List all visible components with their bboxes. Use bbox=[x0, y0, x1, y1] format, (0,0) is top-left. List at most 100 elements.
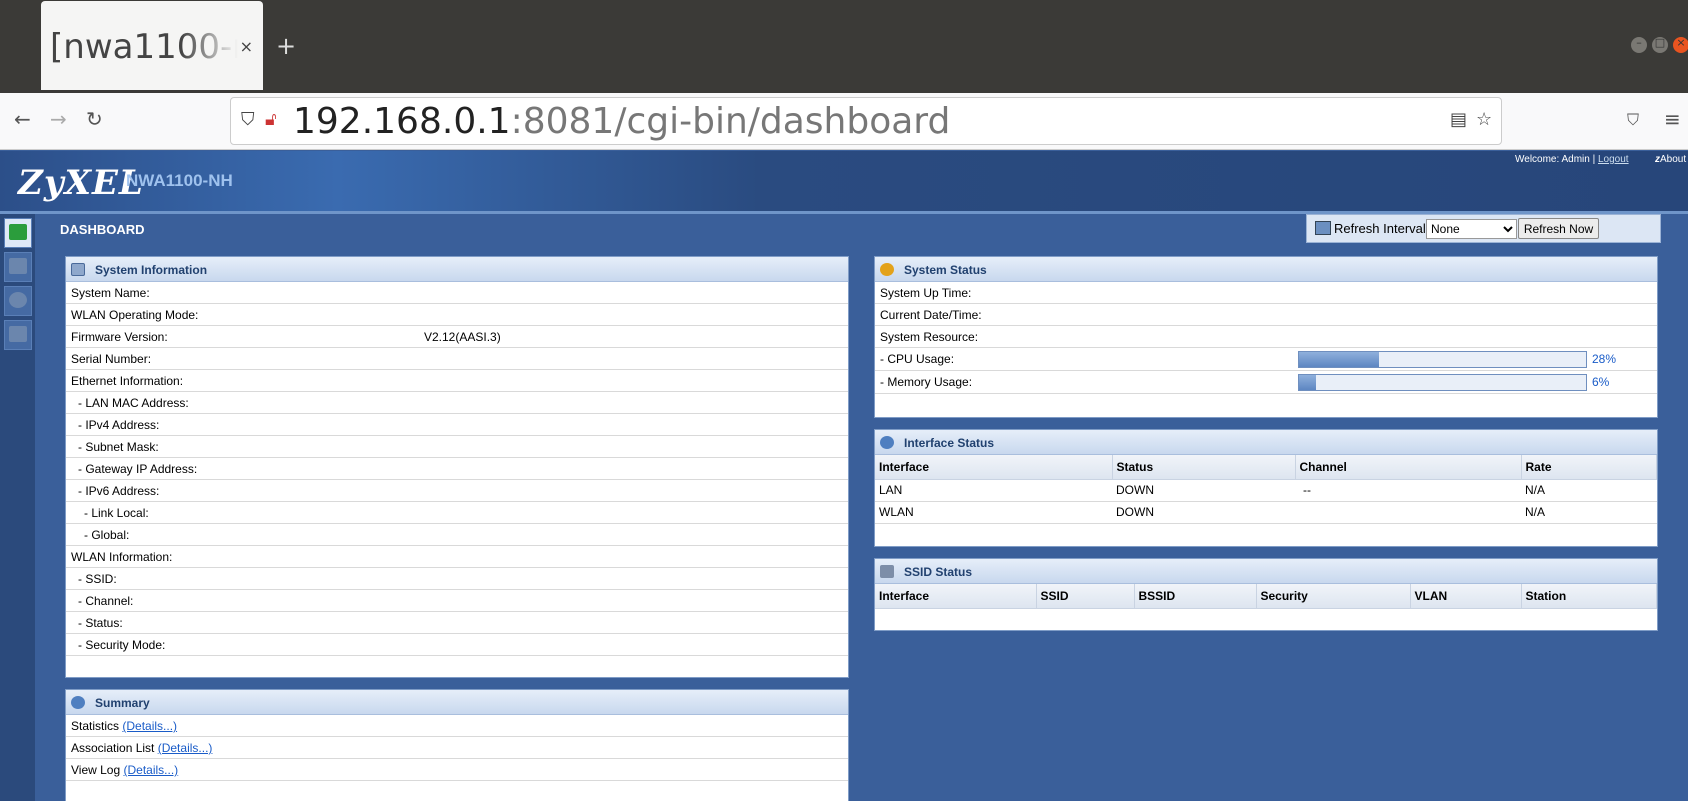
rail-dashboard[interactable] bbox=[4, 218, 32, 248]
table-cell: WLAN bbox=[875, 501, 1112, 524]
browser-nav-bar: ← → ↻ ⛉ 🔓︎ 192.168.0.1:8081/cgi-bin/dash… bbox=[0, 93, 1688, 150]
info-label: - Status: bbox=[78, 616, 123, 630]
summary-row-association: Association List (Details...) bbox=[66, 737, 848, 759]
reload-icon[interactable]: ↻ bbox=[86, 107, 103, 131]
memory-row: - Memory Usage: 6% bbox=[875, 371, 1657, 394]
info-row: - Link Local: bbox=[66, 502, 848, 524]
ssid-status-header: SSID Status bbox=[875, 559, 1657, 584]
rail-maintenance[interactable] bbox=[4, 320, 32, 350]
tab-close-icon[interactable]: × bbox=[240, 37, 253, 56]
memory-usage-label: - Memory Usage: bbox=[880, 375, 973, 389]
info-row: - Channel: bbox=[66, 590, 848, 612]
info-label: Ethernet Information: bbox=[71, 374, 184, 388]
info-row: - Security Mode: bbox=[66, 634, 848, 656]
url-host: 192.168.0.1 bbox=[293, 101, 511, 142]
column-header: SSID bbox=[1036, 584, 1135, 609]
table-row: LAN DOWN -- N/A bbox=[875, 479, 1657, 502]
interface-status-header: Interface Status bbox=[875, 430, 1657, 455]
info-row: WLAN Information: bbox=[66, 546, 848, 568]
info-label: - Subnet Mask: bbox=[78, 440, 159, 454]
system-status-header: System Status bbox=[875, 257, 1657, 282]
memory-usage-percent: 6% bbox=[1592, 375, 1610, 389]
url-text[interactable]: 192.168.0.1:8081/cgi-bin/dashboard bbox=[293, 101, 950, 142]
info-row: - Gateway IP Address: bbox=[66, 458, 848, 480]
ssid-status-panel: SSID Status Interface SSID BSSID Securit… bbox=[874, 558, 1658, 631]
system-information-rows: System Name: WLAN Operating Mode: Firmwa… bbox=[66, 282, 848, 656]
table-cell bbox=[1295, 501, 1521, 524]
dashboard-monitor-icon bbox=[9, 224, 27, 240]
info-label: - Global: bbox=[84, 528, 130, 542]
url-bar[interactable]: ⛉ 🔓︎ 192.168.0.1:8081/cgi-bin/dashboard … bbox=[230, 97, 1502, 145]
cpu-usage-bar bbox=[1298, 351, 1587, 368]
rail-configuration[interactable] bbox=[4, 286, 32, 316]
url-path: :8081/cgi-bin/dashboard bbox=[510, 101, 951, 142]
shield-icon[interactable]: ⛉ bbox=[241, 109, 255, 130]
browser-tab[interactable]: [nwa1100-nh] × bbox=[41, 1, 263, 90]
info-row: Serial Number: bbox=[66, 348, 848, 370]
table-cell: LAN bbox=[875, 479, 1112, 502]
insecure-lock-icon[interactable]: 🔓︎ bbox=[265, 109, 277, 130]
info-row: WLAN Operating Mode: bbox=[66, 304, 848, 326]
rail-monitor[interactable] bbox=[4, 252, 32, 282]
app-header: ZyXEL NWA1100-NH Welcome: Admin | Logout… bbox=[0, 151, 1688, 214]
view-log-label: View Log bbox=[71, 763, 121, 777]
back-icon[interactable]: ← bbox=[14, 107, 31, 131]
table-header-row: Interface Status Channel Rate bbox=[875, 455, 1657, 480]
reader-view-icon[interactable]: ▤ bbox=[1450, 109, 1467, 130]
cpu-row: - CPU Usage: 28% bbox=[875, 348, 1657, 371]
system-resource-label: System Resource: bbox=[880, 330, 979, 344]
status-row: System Resource: bbox=[875, 326, 1657, 348]
monitor-icon bbox=[9, 258, 27, 274]
system-information-header: System Information bbox=[66, 257, 848, 282]
table-cell: DOWN bbox=[1112, 501, 1295, 524]
column-header: Status bbox=[1112, 455, 1296, 480]
table-cell: DOWN bbox=[1112, 479, 1295, 502]
table-row: WLAN DOWN N/A bbox=[875, 501, 1657, 524]
info-label: - IPv4 Address: bbox=[78, 418, 160, 432]
system-info-icon bbox=[71, 263, 85, 276]
info-row: - IPv6 Address: bbox=[66, 480, 848, 502]
wireless-icon bbox=[880, 565, 894, 578]
new-tab-button[interactable]: + bbox=[276, 32, 296, 60]
summary-panel: Summary Statistics (Details...) Associat… bbox=[65, 689, 849, 801]
info-row: Ethernet Information: bbox=[66, 370, 848, 392]
interface-status-panel: Interface Status Interface Status Channe… bbox=[874, 429, 1658, 547]
table-cell: N/A bbox=[1521, 479, 1657, 502]
column-header: Interface bbox=[875, 584, 1037, 609]
view-log-details-link[interactable]: (Details...) bbox=[124, 763, 179, 777]
info-row: - SSID: bbox=[66, 568, 848, 590]
firmware-version-value: V2.12(AASI.3) bbox=[424, 330, 501, 344]
maximize-icon[interactable]: □ bbox=[1652, 36, 1668, 53]
column-header: Rate bbox=[1521, 455, 1657, 480]
table-cell: -- bbox=[1295, 479, 1521, 502]
menu-icon[interactable]: ≡ bbox=[1664, 107, 1681, 131]
column-header: BSSID bbox=[1134, 584, 1257, 609]
refresh-controls: Refresh Interval: None Refresh Now bbox=[1306, 214, 1661, 243]
about-link[interactable]: zAbout bbox=[1655, 154, 1686, 165]
refresh-icon bbox=[1315, 221, 1331, 235]
bookmark-star-icon[interactable]: ☆ bbox=[1476, 109, 1492, 130]
refresh-interval-select[interactable]: None bbox=[1426, 219, 1517, 239]
refresh-now-button[interactable]: Refresh Now bbox=[1518, 218, 1599, 239]
welcome-text: Welcome: Admin bbox=[1515, 154, 1590, 165]
association-list-details-link[interactable]: (Details...) bbox=[158, 741, 213, 755]
info-label: - Gateway IP Address: bbox=[78, 462, 198, 476]
window-close-icon[interactable]: × bbox=[1673, 36, 1688, 53]
info-row: - IPv4 Address: bbox=[66, 414, 848, 436]
ssid-status-table: Interface SSID BSSID Security VLAN Stati… bbox=[875, 584, 1657, 609]
logout-link[interactable]: Logout bbox=[1598, 154, 1629, 165]
info-label: - SSID: bbox=[78, 572, 117, 586]
minimize-icon[interactable]: – bbox=[1631, 36, 1647, 53]
refresh-interval-label: Refresh Interval: bbox=[1334, 221, 1430, 236]
gear-icon bbox=[9, 292, 27, 308]
pocket-icon[interactable]: ⛉ bbox=[1627, 110, 1639, 130]
statistics-label: Statistics bbox=[71, 719, 120, 733]
info-label: System Name: bbox=[71, 286, 150, 300]
info-row: System Name: bbox=[66, 282, 848, 304]
statistics-details-link[interactable]: (Details...) bbox=[122, 719, 177, 733]
cpu-usage-percent: 28% bbox=[1592, 352, 1617, 366]
forward-icon[interactable]: → bbox=[50, 107, 67, 131]
tab-title: [nwa1100-nh] bbox=[50, 27, 238, 67]
interface-status-title: Interface Status bbox=[904, 436, 995, 450]
info-label: - Channel: bbox=[78, 594, 134, 608]
